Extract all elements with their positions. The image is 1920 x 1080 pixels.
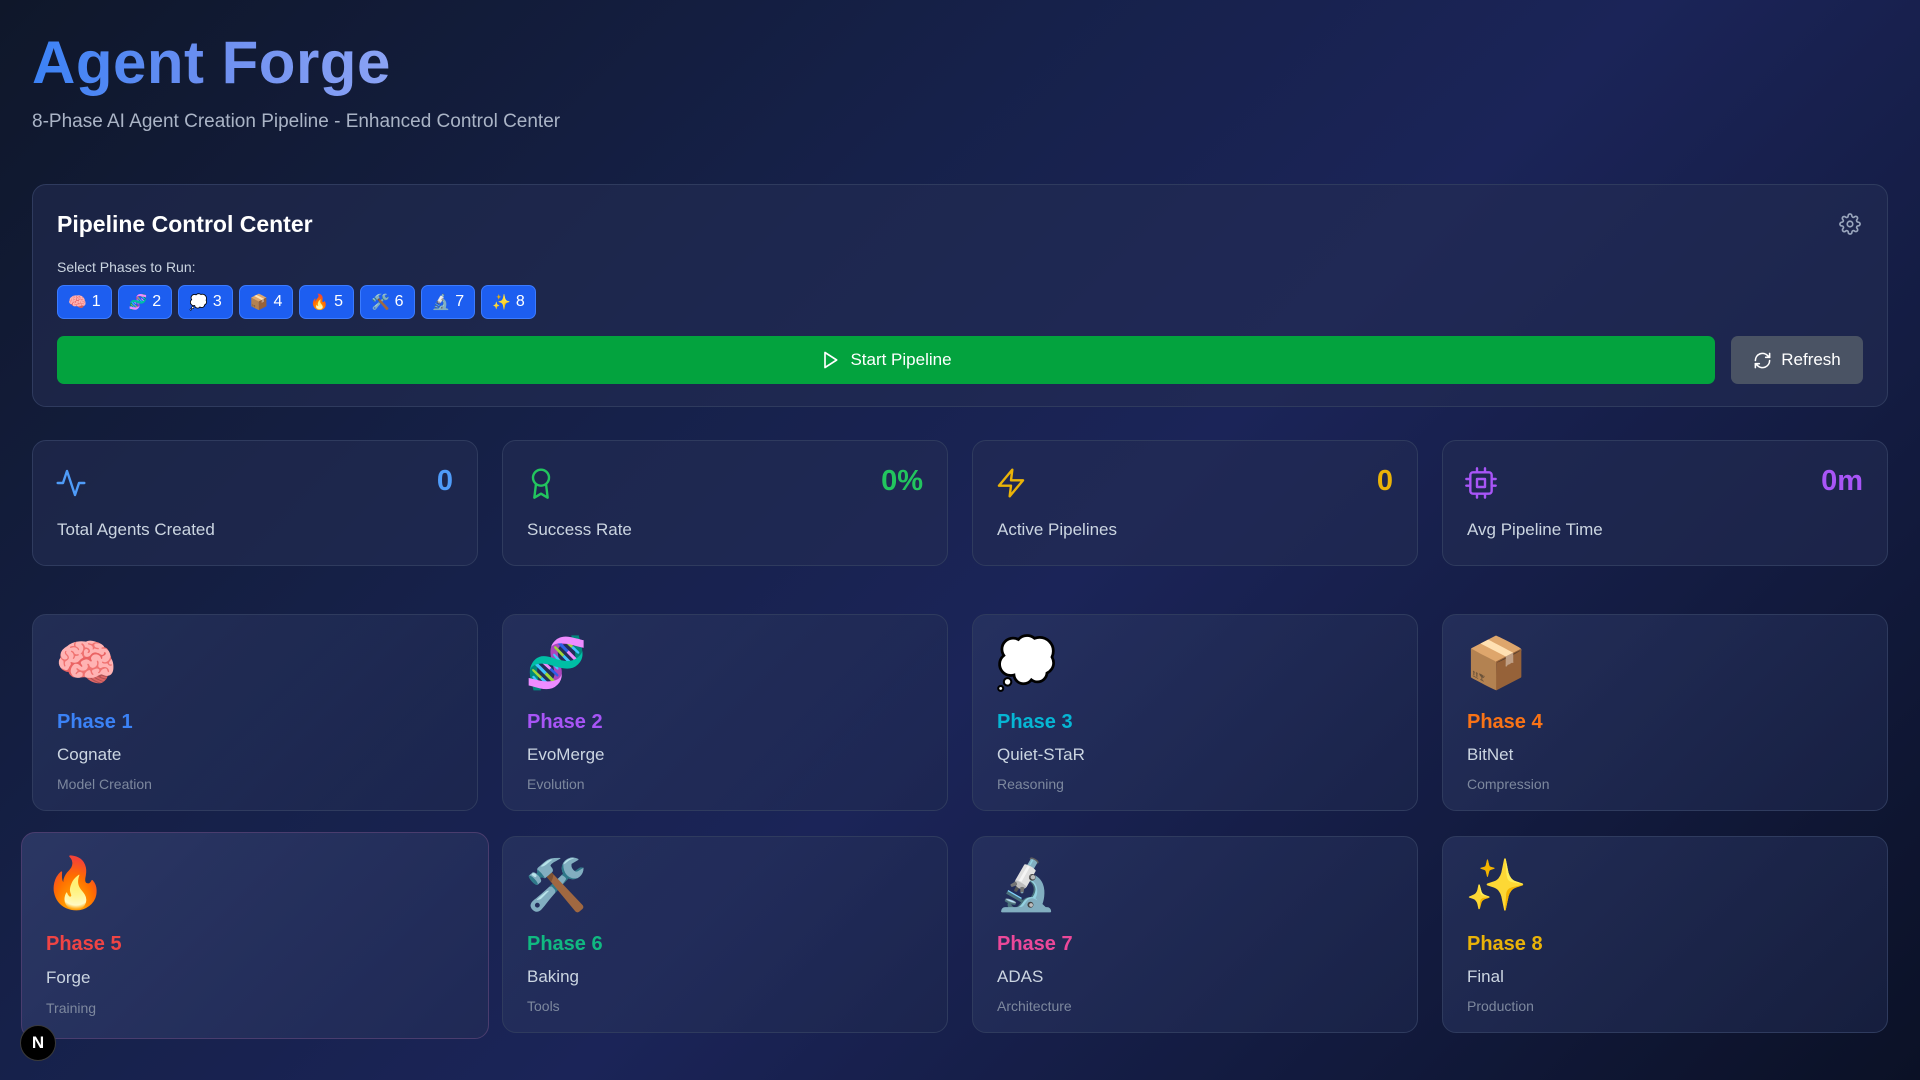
phase-card-5[interactable]: 🔥 Phase 5 Forge Training [21, 832, 489, 1039]
package-icon: 📦 [249, 294, 269, 311]
sparkles-icon: ✨ [492, 294, 511, 311]
phase-toggle-5[interactable]: 🔥 5 [299, 285, 354, 319]
phase-toggle-4[interactable]: 📦 4 [238, 285, 294, 319]
stat-value: 0m [1821, 465, 1863, 497]
phase-toggle-2[interactable]: 🧬 2 [117, 285, 173, 319]
dna-icon: 🧬 [128, 294, 148, 311]
app-subtitle: 8-Phase AI Agent Creation Pipeline - Enh… [32, 111, 561, 132]
phase-toggle-group: 🧠 1 🧬 2 💭 3 📦 4 🔥 5 🛠️ 6 🔬 7 ✨ 8 [57, 285, 536, 319]
phase-type: Production [1467, 998, 1534, 1014]
package-icon: 📦 [1465, 635, 1528, 691]
refresh-label: Refresh [1781, 350, 1841, 369]
phase-method: EvoMerge [527, 745, 605, 764]
stat-label: Active Pipelines [997, 520, 1118, 539]
phase-method: Forge [46, 968, 91, 987]
phase-type: Reasoning [997, 776, 1064, 792]
refresh-button[interactable]: Refresh [1731, 336, 1863, 384]
phase-toggle-7[interactable]: 🔬 7 [420, 285, 476, 319]
microscope-icon: 🔬 [995, 857, 1058, 913]
stat-value: 0% [881, 465, 923, 497]
phase-method: Cognate [57, 745, 122, 764]
phase-select-label: Select Phases to Run: [57, 259, 196, 275]
phase-method: Final [1467, 967, 1504, 986]
phase-toggle-label: 2 [152, 293, 162, 310]
phase-name: Phase 2 [527, 711, 603, 733]
phase-name: Phase 3 [997, 711, 1073, 733]
sparkles-icon: ✨ [1465, 857, 1528, 913]
phase-type: Evolution [527, 776, 585, 792]
tools-icon: 🛠️ [370, 294, 390, 311]
phase-card-6[interactable]: 🛠️ Phase 6 Baking Tools [502, 836, 948, 1033]
stat-value: 0 [1376, 465, 1393, 497]
phase-toggle-label: 4 [273, 293, 283, 310]
phase-card-8[interactable]: ✨ Phase 8 Final Production [1442, 836, 1888, 1033]
activity-icon [56, 469, 86, 497]
panel-title: Pipeline Control Center [57, 211, 313, 237]
phase-type: Architecture [997, 998, 1072, 1014]
phase-name: Phase 6 [527, 933, 603, 955]
phase-type: Compression [1467, 776, 1550, 792]
phase-card-7[interactable]: 🔬 Phase 7 ADAS Architecture [972, 836, 1418, 1033]
stat-card-active-pipelines: 0 Active Pipelines [972, 440, 1418, 566]
phase-toggle-8[interactable]: ✨ 8 [481, 285, 536, 319]
phase-toggle-label: 6 [394, 293, 404, 310]
phase-method: BitNet [1467, 745, 1514, 764]
zap-icon [997, 468, 1025, 498]
app-title: Agent Forge [32, 29, 391, 96]
phase-method: ADAS [997, 967, 1044, 986]
stat-label: Total Agents Created [57, 520, 215, 539]
phase-toggle-label: 1 [91, 293, 101, 310]
phase-toggle-label: 8 [515, 293, 525, 310]
fire-icon: 🔥 [44, 855, 107, 911]
phase-card-2[interactable]: 🧬 Phase 2 EvoMerge Evolution [502, 614, 948, 811]
dna-icon: 🧬 [525, 635, 588, 691]
play-icon [824, 351, 838, 369]
phase-toggle-label: 5 [334, 293, 343, 310]
thought-bubble-icon: 💭 [995, 635, 1058, 691]
brain-icon: 🧠 [68, 294, 87, 311]
stat-label: Avg Pipeline Time [1467, 520, 1603, 539]
cpu-icon [1465, 467, 1497, 499]
phase-name: Phase 8 [1467, 933, 1543, 955]
stat-card-total-agents: 0 Total Agents Created [32, 440, 478, 566]
phase-toggle-6[interactable]: 🛠️ 6 [359, 285, 415, 319]
brain-icon: 🧠 [55, 635, 118, 691]
phase-card-1[interactable]: 🧠 Phase 1 Cognate Model Creation [32, 614, 478, 811]
phase-card-3[interactable]: 💭 Phase 3 Quiet-STaR Reasoning [972, 614, 1418, 811]
stat-label: Success Rate [527, 520, 632, 539]
start-pipeline-label: Start Pipeline [850, 350, 952, 369]
stat-card-avg-time: 0m Avg Pipeline Time [1442, 440, 1888, 566]
phase-type: Training [46, 1000, 97, 1016]
stat-card-success-rate: 0% Success Rate [502, 440, 948, 566]
phase-card-4[interactable]: 📦 Phase 4 BitNet Compression [1442, 614, 1888, 811]
microscope-icon: 🔬 [431, 294, 451, 311]
gear-icon [1839, 213, 1861, 235]
pipeline-control-center: Pipeline Control Center Select Phases to… [32, 184, 1888, 407]
award-icon [531, 468, 551, 499]
settings-button[interactable] [1837, 211, 1863, 237]
phase-toggle-1[interactable]: 🧠 1 [57, 285, 112, 319]
phase-method: Quiet-STaR [997, 745, 1085, 764]
fire-icon: 🔥 [310, 294, 330, 311]
phase-name: Phase 7 [997, 933, 1073, 955]
phase-name: Phase 1 [57, 711, 133, 733]
thought-bubble-icon: 💭 [189, 294, 208, 311]
dev-tools-badge[interactable]: N [20, 1025, 56, 1061]
tools-icon: 🛠️ [525, 857, 588, 913]
start-pipeline-button[interactable]: Start Pipeline [57, 336, 1715, 384]
stat-value: 0 [436, 465, 453, 497]
phase-name: Phase 4 [1467, 711, 1543, 733]
refresh-icon [1754, 352, 1771, 368]
phase-toggle-3[interactable]: 💭 3 [178, 285, 233, 319]
phase-type: Model Creation [57, 776, 152, 792]
phase-toggle-label: 7 [455, 293, 465, 310]
phase-name: Phase 5 [46, 933, 122, 955]
phase-method: Baking [527, 967, 579, 986]
phase-type: Tools [527, 998, 560, 1014]
phase-toggle-label: 3 [212, 293, 222, 310]
